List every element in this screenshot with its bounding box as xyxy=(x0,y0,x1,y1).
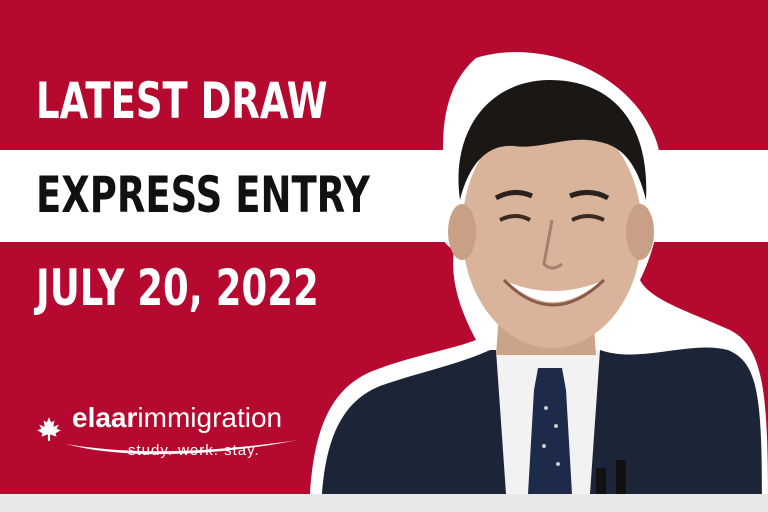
logo-tagline: study. work. stay. xyxy=(128,442,260,459)
elaar-logo: elaarimmigration study. work. stay. xyxy=(36,404,306,464)
headline-date: JULY 20, 2022 xyxy=(36,259,319,317)
logo-brand-bold: elaar xyxy=(72,402,138,433)
bottom-strip xyxy=(0,494,768,512)
portrait-photo xyxy=(310,52,768,494)
logo-brand-light: immigration xyxy=(137,402,283,433)
headline-latest-draw: LATEST DRAW xyxy=(36,72,328,130)
logo-wordmark: elaarimmigration xyxy=(72,404,282,432)
